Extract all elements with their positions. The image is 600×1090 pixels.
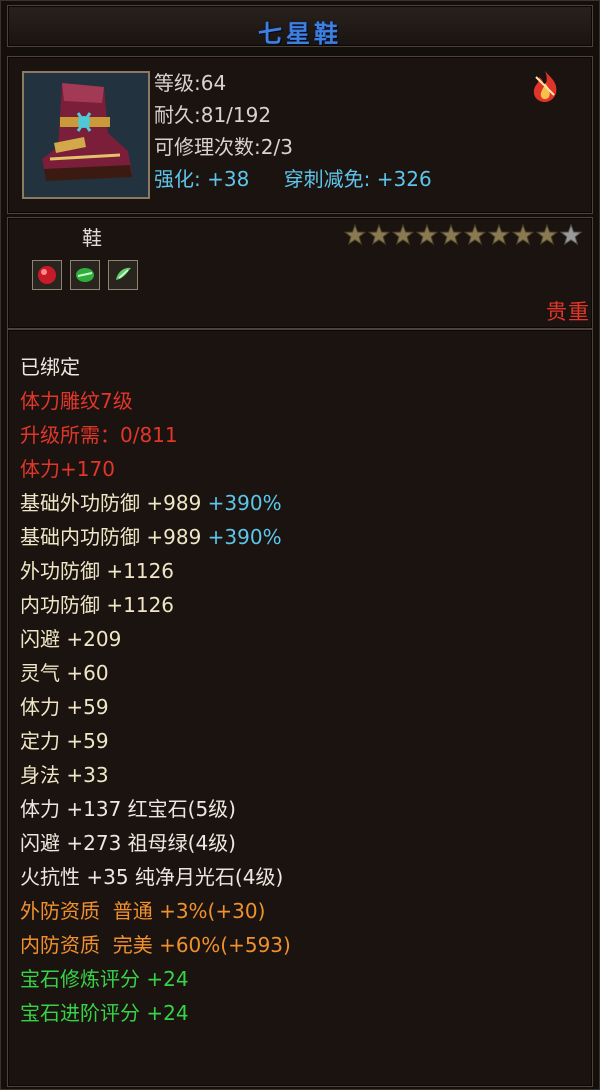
- attribute-line: 闪避 +209: [20, 622, 291, 656]
- attribute-text: 内功防御 +1126: [20, 593, 175, 617]
- attribute-text: 宝石修炼评分 +24: [20, 967, 189, 991]
- item-tooltip: 七星鞋 等级:64 耐久:81/192 可修理次数:2/3 强化: +38 穿刺…: [0, 0, 600, 1090]
- attribute-line: 体力 +137 红宝石(5级): [20, 792, 291, 826]
- attribute-text: 闪避 +273 祖母绿(4级): [20, 831, 236, 855]
- attribute-line: 闪避 +273 祖母绿(4级): [20, 826, 291, 860]
- attribute-line: 体力 +59: [20, 690, 291, 724]
- title-bar: 七星鞋: [7, 5, 593, 48]
- attribute-line: 基础内功防御 +989 +390%: [20, 520, 291, 554]
- attribute-text: 升级所需：0/811: [20, 423, 178, 447]
- attribute-panel: 已绑定体力雕纹7级升级所需：0/811 体力+170 基础外功防御 +989 +39…: [7, 329, 593, 1087]
- enhance-label: 强化:: [154, 167, 201, 191]
- attribute-line: 体力+170: [20, 452, 291, 486]
- attribute-text: 灵气 +60: [20, 661, 109, 685]
- repair-count-label: 可修理次数:2/3: [154, 135, 293, 159]
- star-filled-icon: [368, 224, 390, 246]
- attribute-line: 外功防御 +1126: [20, 554, 291, 588]
- item-type: 鞋: [82, 226, 102, 250]
- item-type-panel: 鞋 贵重: [7, 217, 593, 329]
- star-filled-icon: [512, 224, 534, 246]
- star-filled-icon: [488, 224, 510, 246]
- attribute-text: 体力 +59: [20, 695, 109, 719]
- attribute-text: 外功防御 +1126: [20, 559, 175, 583]
- flame-emblem-icon: [528, 69, 562, 103]
- attribute-text: 体力雕纹7级: [20, 389, 133, 413]
- attribute-line: 已绑定: [20, 350, 291, 384]
- attribute-line: 火抗性 +35 纯净月光石(4级): [20, 860, 291, 894]
- attribute-line: 体力雕纹7级: [20, 384, 291, 418]
- ruby-gem-icon[interactable]: [32, 260, 62, 290]
- attribute-line: 宝石进阶评分 +24: [20, 996, 291, 1030]
- attribute-line: 身法 +33: [20, 758, 291, 792]
- item-name: 七星鞋: [258, 20, 342, 48]
- attribute-text: 已绑定: [20, 355, 80, 379]
- attribute-text: 闪避 +209: [20, 627, 122, 651]
- gem-sockets: [32, 260, 138, 290]
- attribute-text: 身法 +33: [20, 763, 109, 787]
- attribute-text: 内防资质 完美 +60%(+593): [20, 933, 291, 957]
- attribute-text: 定力 +59: [20, 729, 109, 753]
- attribute-line: 定力 +59: [20, 724, 291, 758]
- item-header: 等级:64 耐久:81/192 可修理次数:2/3 强化: +38 穿刺减免: …: [7, 56, 593, 214]
- attribute-text: 火抗性 +35 纯净月光石(4级): [20, 865, 284, 889]
- attribute-line: 灵气 +60: [20, 656, 291, 690]
- star-rating: [344, 224, 582, 250]
- star-filled-icon: [416, 224, 438, 246]
- enhance-row: 强化: +38 穿刺减免: +326: [154, 163, 432, 195]
- pierce-value: +326: [376, 167, 432, 191]
- attribute-list: 已绑定体力雕纹7级升级所需：0/811 体力+170 基础外功防御 +989 +39…: [20, 350, 291, 1030]
- star-filled-icon: [392, 224, 414, 246]
- durability-label: 耐久:81/192: [154, 103, 272, 127]
- star-filled-icon: [440, 224, 462, 246]
- star-empty-icon: [560, 224, 582, 246]
- star-filled-icon: [464, 224, 486, 246]
- star-filled-icon: [344, 224, 366, 246]
- attribute-text: 外防资质 普通 +3%(+30): [20, 899, 266, 923]
- boot-icon[interactable]: [22, 71, 150, 199]
- attribute-text: 基础内功防御 +989: [20, 525, 208, 549]
- attribute-text: +390%: [207, 525, 282, 549]
- item-base-stats: 等级:64 耐久:81/192 可修理次数:2/3 强化: +38 穿刺减免: …: [154, 67, 432, 195]
- star-filled-icon: [536, 224, 558, 246]
- attribute-line: 宝石修炼评分 +24: [20, 962, 291, 996]
- emerald-gem-icon[interactable]: [70, 260, 100, 290]
- moonstone-gem-icon[interactable]: [108, 260, 138, 290]
- attribute-line: 基础外功防御 +989 +390%: [20, 486, 291, 520]
- attribute-line: 内功防御 +1126: [20, 588, 291, 622]
- attribute-line: 升级所需：0/811: [20, 418, 291, 452]
- enhance-value: +38: [207, 167, 250, 191]
- rarity-label: 贵重: [546, 300, 590, 324]
- attribute-text: 基础外功防御 +989: [20, 491, 208, 515]
- attribute-text: 体力 +137 红宝石(5级): [20, 797, 236, 821]
- attribute-line: 外防资质 普通 +3%(+30): [20, 894, 291, 928]
- pierce-label: 穿刺减免:: [283, 167, 371, 191]
- level-label: 等级:64: [154, 71, 227, 95]
- attribute-text: 体力+170: [20, 457, 115, 481]
- attribute-text: 宝石进阶评分 +24: [20, 1001, 189, 1025]
- attribute-text: +390%: [207, 491, 282, 515]
- attribute-line: 内防资质 完美 +60%(+593): [20, 928, 291, 962]
